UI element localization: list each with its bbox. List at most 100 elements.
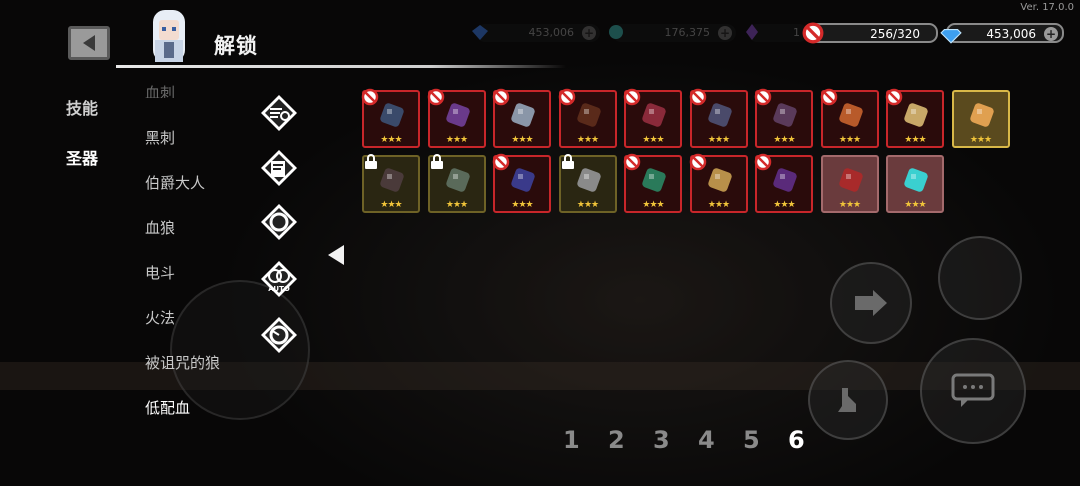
auto-rings-icon[interactable]: AUTO (260, 260, 298, 298)
relic-slot[interactable]: ★★★ (558, 88, 617, 148)
gem-value: 453,006 (986, 27, 1036, 41)
chat-button[interactable] (920, 338, 1026, 444)
star-rating: ★★★ (380, 135, 402, 145)
relic-slot[interactable]: ★★★ (492, 88, 551, 148)
star-rating: ★★★ (511, 200, 533, 210)
star-rating: ★★★ (576, 135, 599, 145)
back-arrow-icon (83, 35, 95, 51)
back-button[interactable] (68, 26, 110, 60)
dark-tome-relic-icon (380, 168, 404, 192)
star-rating: ★★★ (642, 135, 664, 145)
currency-blue-gems: 453,006 + (472, 24, 600, 42)
relic-slot[interactable]: ★★★ (623, 153, 682, 213)
list-item-black-thorn[interactable]: 黑刺 (145, 127, 175, 148)
relic-slot[interactable]: ★★★ (754, 153, 813, 213)
relic-slot[interactable]: ★★★ (558, 154, 617, 213)
lock-icon (430, 154, 443, 169)
ban-icon (492, 88, 510, 106)
scroll-icon[interactable] (260, 149, 298, 187)
list-item-count[interactable]: 伯爵大人 (145, 172, 205, 193)
relic-slot[interactable]: ★★★ (623, 88, 682, 148)
relic-slot[interactable]: ★★★ (886, 155, 944, 213)
ban-icon (427, 88, 444, 106)
add-blue-gems-button[interactable]: + (582, 26, 596, 40)
ring-icon[interactable] (260, 203, 298, 241)
ban-icon (689, 88, 706, 106)
star-rating: ★★★ (969, 135, 992, 145)
star-rating: ★★★ (576, 200, 599, 210)
relic-slot[interactable]: ★★★ (689, 153, 748, 213)
antler-relic-icon (511, 103, 535, 127)
golden-horse-relic-icon (707, 168, 732, 192)
lock-icon (561, 154, 574, 169)
gold-key-relic-icon (969, 103, 994, 127)
add-teal-coins-button[interactable]: + (718, 26, 732, 40)
ban-icon (754, 88, 772, 106)
star-rating: ★★★ (904, 200, 926, 210)
star-rating: ★★★ (707, 200, 730, 210)
list-item-blood-thorn[interactable]: 血刺 (145, 82, 175, 98)
add-gems-button[interactable]: + (1044, 27, 1058, 41)
star-rating: ★★★ (511, 135, 533, 145)
ring-cycle-icon[interactable] (260, 316, 298, 354)
purple-gem-relic-icon (773, 168, 797, 192)
feather-quill-relic-icon (445, 168, 470, 192)
list-item-cursed-wolf[interactable]: 被诅咒的狼 (145, 352, 220, 373)
moon-icon (972, 264, 986, 292)
relic-slot[interactable]: ★★★ (492, 153, 551, 213)
relic-slot[interactable]: ★★★ (427, 154, 486, 213)
ban-icon (361, 88, 379, 106)
star-rating: ★★★ (904, 135, 926, 145)
gem-bar: 453,006 + (940, 23, 1064, 44)
currency-blue-value: 453,006 (528, 26, 575, 39)
cyan-flame-relic-icon (904, 168, 928, 192)
wooden-club-relic-icon (576, 103, 601, 127)
relic-slot[interactable]: ★★★ (820, 155, 879, 213)
star-rating: ★★★ (445, 135, 468, 145)
dash-button[interactable] (830, 262, 912, 344)
page-5-button[interactable]: 5 (743, 426, 760, 454)
list-item-electric-fighter[interactable]: 电斗 (145, 262, 175, 283)
ban-icon (623, 153, 641, 171)
ban-icon (623, 88, 641, 106)
energy-bar: 256/320 (802, 22, 938, 44)
relic-slot[interactable]: ★★★ (951, 90, 1010, 148)
relic-slot[interactable]: ★★★ (689, 88, 748, 148)
magnify-list-icon[interactable] (260, 94, 298, 132)
star-rating: ★★★ (838, 135, 861, 145)
dark-boot-relic-icon (380, 103, 404, 127)
relic-slot[interactable]: ★★★ (361, 88, 420, 148)
relic-slot[interactable]: ★★★ (885, 88, 944, 148)
jump-button[interactable] (808, 360, 888, 440)
list-item-fire-mage[interactable]: 火法 (145, 307, 175, 328)
diamond-icon (940, 29, 962, 44)
list-item-low-blood[interactable]: 低配血 (145, 397, 190, 418)
relic-slot[interactable]: ★★★ (820, 88, 879, 148)
star-rating: ★★★ (380, 200, 402, 210)
page-6-button[interactable]: 6 (788, 426, 805, 454)
rune-stone-relic-icon (576, 168, 601, 192)
currency-teal-value: 176,375 (664, 26, 711, 39)
page-1-button[interactable]: 1 (563, 426, 580, 454)
collapse-arrow-icon[interactable] (328, 245, 344, 265)
auto-label: AUTO (268, 285, 290, 293)
ban-icon (820, 88, 837, 106)
character-portrait (153, 10, 185, 62)
purple-crystal-icon (746, 24, 758, 40)
lock-icon (365, 154, 377, 169)
tab-skills[interactable]: 技能 (66, 95, 98, 119)
blue-crystal-relic-icon (511, 168, 535, 192)
dark-wand-relic-icon (773, 103, 797, 127)
page-3-button[interactable]: 3 (653, 426, 670, 454)
relic-slot[interactable]: ★★★ (362, 154, 420, 213)
page-2-button[interactable]: 2 (608, 426, 625, 454)
currency-purple-keys: 1 (746, 24, 808, 42)
list-item-blood-wolf[interactable]: 血狼 (145, 217, 175, 238)
red-potion-relic-icon (838, 168, 863, 192)
page-4-button[interactable]: 4 (698, 426, 715, 454)
relic-slot[interactable]: ★★★ (427, 88, 486, 148)
relic-slot[interactable]: ★★★ (754, 88, 813, 148)
ultimate-button[interactable] (938, 236, 1022, 320)
ban-icon (492, 153, 510, 171)
tab-relics[interactable]: 圣器 (66, 145, 98, 169)
